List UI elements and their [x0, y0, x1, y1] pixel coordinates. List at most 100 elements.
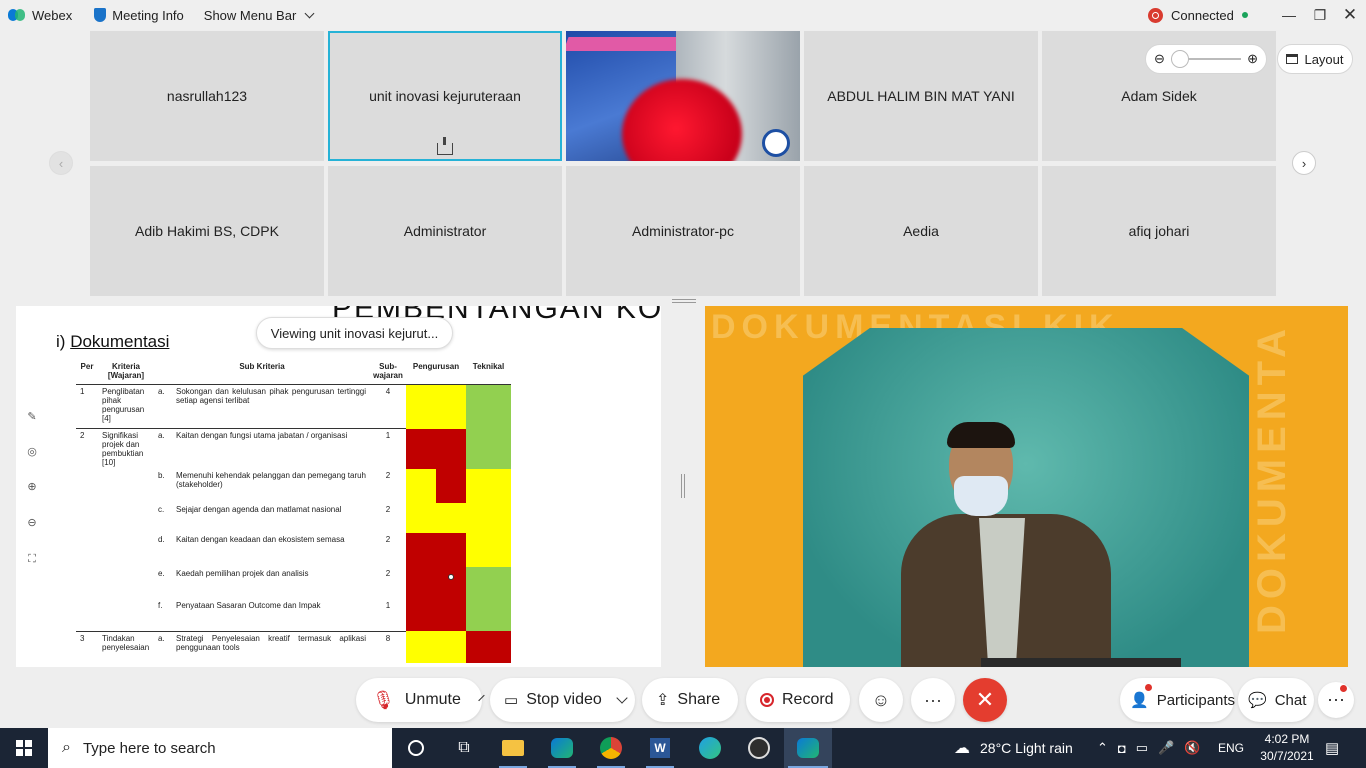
battery-icon[interactable]: ▭	[1136, 740, 1148, 756]
table-cell-sub: Kaitan dengan fungsi utama jabatan / org…	[172, 428, 370, 469]
criteria-table: Per Kriteria [Wajaran] Sub Kriteria Sub-…	[76, 358, 511, 663]
close-icon: ✕	[975, 687, 995, 712]
connection-status[interactable]: Connected	[1148, 0, 1248, 30]
stop-video-button[interactable]: ▭ Stop video	[490, 678, 635, 722]
table-cell-sub: Sejajar dengan agenda dan matlamat nasio…	[176, 505, 342, 514]
table-cell-lett: e.	[158, 569, 165, 578]
taskbar-search-box[interactable]: ⌕ Type here to search	[48, 728, 392, 768]
chevron-down-icon	[304, 8, 315, 18]
table-row: b. Memenuhi kehendak pelanggan dan pemega…	[76, 469, 511, 503]
grid-next-button[interactable]: ›	[1292, 151, 1316, 175]
active-speaker-video[interactable]: DOKUMENTASI KIK DOKUMENTA	[705, 306, 1348, 667]
maximize-button[interactable]: ❐	[1305, 0, 1335, 30]
shared-content-view[interactable]: PEMBENTANGAN KONV i) Dokumentasi Viewing…	[16, 306, 661, 667]
participant-tile[interactable]: Administrator-pc	[566, 166, 800, 296]
unmute-button[interactable]: 🎙 Unmute	[356, 678, 485, 722]
microphone-icon[interactable]: 🎤	[1158, 740, 1174, 756]
vertical-splitter-handle[interactable]	[681, 474, 685, 498]
participant-tile[interactable]: afiq johari	[1042, 166, 1276, 296]
leave-meeting-button[interactable]: ✕	[963, 678, 1007, 722]
participant-tile[interactable]: Aedia	[804, 166, 1038, 296]
chat-button[interactable]: 💬 Chat	[1238, 678, 1314, 722]
taskbar-app-file-explorer[interactable]	[489, 728, 537, 768]
weather-widget[interactable]: ☁ 28°C Light rain	[954, 728, 1073, 768]
slide-heading: i) Dokumentasi	[56, 332, 169, 352]
table-header: Per	[76, 358, 98, 385]
table-row: e. Kaedah pemilihan projek dan analisis 2	[76, 567, 511, 599]
more-options-button[interactable]: ···	[911, 678, 955, 722]
participant-tile-active[interactable]: unit inovasi kejuruteraan	[328, 31, 562, 161]
webex-icon	[797, 738, 819, 758]
more-panels-button[interactable]: ⋯	[1318, 682, 1354, 718]
shield-icon	[94, 8, 107, 22]
record-icon	[760, 693, 774, 707]
participant-tile[interactable]: nasrullah123	[90, 31, 324, 161]
chevron-down-icon[interactable]	[616, 692, 628, 704]
participant-tile[interactable]: ABDUL HALIM BIN MAT YANI	[804, 31, 1038, 161]
table-header: Pengurusan	[406, 358, 466, 385]
meeting-info-button[interactable]: Meeting Info	[86, 0, 192, 30]
record-button[interactable]: Record	[746, 678, 850, 722]
share-button[interactable]: ⇪ Share	[642, 678, 738, 722]
language-label: ENG	[1218, 741, 1245, 755]
zoom-in-icon[interactable]: ⊕	[1247, 51, 1258, 67]
camera-icon[interactable]: ◘	[1118, 741, 1126, 756]
participant-tile[interactable]: Administrator	[328, 166, 562, 296]
connection-status-label: Connected	[1171, 7, 1234, 23]
cortana-button[interactable]	[392, 728, 440, 768]
viewing-share-label[interactable]: Viewing unit inovasi kejurut...	[256, 317, 453, 349]
participant-video-tile[interactable]	[566, 31, 800, 161]
start-button[interactable]	[0, 728, 48, 768]
show-menu-bar-button[interactable]: Show Menu Bar	[196, 0, 322, 30]
chevron-down-icon[interactable]	[478, 694, 485, 702]
table-cell-per: 3	[76, 630, 98, 663]
taskbar-app-webex[interactable]	[538, 728, 586, 768]
taskbar-app-obs[interactable]	[735, 728, 783, 768]
table-cell-krit: Penglibatan pihak pengurusan [4]	[98, 384, 154, 429]
zoom-in-icon[interactable]: ⊕	[26, 481, 38, 493]
minimize-button[interactable]: —	[1274, 0, 1304, 30]
score-cell-pengurusan	[406, 533, 466, 567]
word-icon: W	[650, 738, 670, 758]
participants-button[interactable]: 👤 Participants	[1120, 678, 1235, 722]
zoom-out-icon[interactable]: ⊖	[1154, 51, 1165, 67]
taskbar-app-chrome[interactable]	[587, 728, 635, 768]
score-cell-teknikal	[466, 533, 511, 567]
app-menu[interactable]: Webex	[0, 0, 80, 30]
language-indicator[interactable]: ENG	[1218, 728, 1244, 768]
participant-tile[interactable]: Adib Hakimi BS, CDPK	[90, 166, 324, 296]
table-cell-w: 4	[370, 384, 406, 429]
annotate-pen-icon[interactable]: ✎	[26, 411, 38, 423]
minimize-icon: —	[1282, 7, 1296, 23]
table-cell-per: 2	[76, 428, 98, 469]
notifications-button[interactable]: ▤	[1325, 728, 1339, 768]
table-cell-lett: a.	[154, 384, 172, 429]
chat-label: Chat	[1274, 691, 1307, 709]
fit-screen-icon[interactable]: ⛶	[26, 553, 38, 565]
chevron-up-icon[interactable]: ⌃	[1097, 740, 1108, 756]
table-cell-sub: Memenuhi kehendak pelanggan dan pemegang…	[176, 471, 366, 489]
taskbar-clock[interactable]: 4:02 PM 30/7/2021	[1256, 731, 1318, 765]
layout-button[interactable]: Layout	[1277, 44, 1353, 74]
close-button[interactable]: ✕	[1335, 0, 1365, 30]
stop-video-label: Stop video	[526, 691, 602, 708]
taskbar-app-webex-meeting[interactable]	[784, 728, 832, 768]
table-row: 3 Tindakan penyelesaian a. Strategi Penyele…	[76, 630, 511, 663]
speaker-muted-icon[interactable]: 🔇	[1184, 740, 1200, 756]
grid-prev-button[interactable]: ‹	[49, 151, 73, 175]
score-cell-pengurusan	[406, 599, 466, 631]
reactions-button[interactable]: ☺	[859, 678, 903, 722]
taskbar-app-edge[interactable]	[686, 728, 734, 768]
horizontal-splitter-handle[interactable]	[672, 299, 696, 303]
obs-icon	[748, 737, 770, 759]
taskbar-app-word[interactable]: W	[636, 728, 684, 768]
table-row: c. Sejajar dengan agenda dan matlamat nas…	[76, 503, 511, 533]
more-icon: ···	[924, 689, 942, 710]
zoom-slider-handle[interactable]	[1170, 50, 1189, 68]
zoom-out-icon[interactable]: ⊖	[26, 517, 38, 529]
zoom-slider[interactable]	[1170, 50, 1242, 68]
grid-zoom-control[interactable]: ⊖ ⊕	[1145, 44, 1267, 74]
table-cell-lett: b.	[158, 471, 165, 480]
remote-control-icon[interactable]: ◎	[26, 446, 38, 458]
task-view-button[interactable]: ⧉	[440, 728, 488, 768]
